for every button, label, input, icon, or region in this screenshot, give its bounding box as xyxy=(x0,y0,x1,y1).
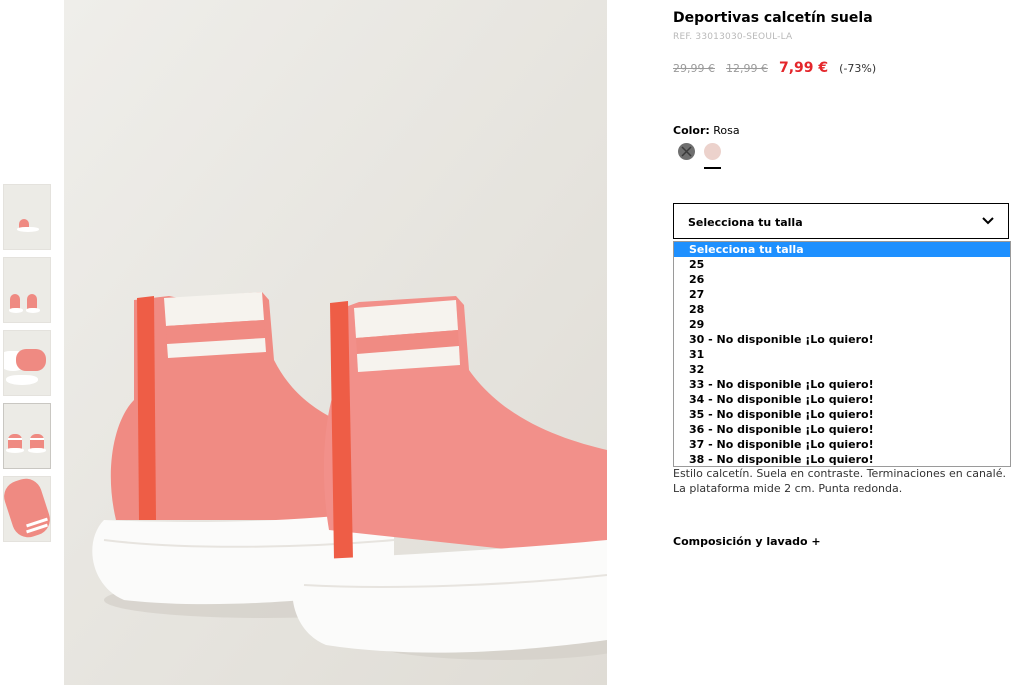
selected-swatch-indicator xyxy=(704,167,721,169)
product-reference: REF. 33013030-SEOUL-LA xyxy=(673,32,793,42)
color-swatch-grey-unavailable[interactable] xyxy=(678,143,695,160)
size-select[interactable]: Selecciona tu talla xyxy=(673,203,1009,239)
thumbnail-2[interactable] xyxy=(3,257,51,323)
size-option[interactable]: 30 - No disponible ¡Lo quiero! xyxy=(674,332,1010,347)
thumbnail-4[interactable] xyxy=(3,403,51,469)
thumbnail-5[interactable] xyxy=(3,476,51,542)
color-label-row: Color: Rosa xyxy=(673,124,740,137)
price-previous: 12,99 € xyxy=(726,62,768,75)
size-option[interactable]: 31 xyxy=(674,347,1010,362)
thumbnail-list xyxy=(3,184,51,549)
size-option[interactable]: 26 xyxy=(674,272,1010,287)
thumbnail-1[interactable] xyxy=(3,184,51,250)
size-option[interactable]: 38 - No disponible ¡Lo quiero! xyxy=(674,452,1010,467)
price-original: 29,99 € xyxy=(673,62,715,75)
price-current: 7,99 € xyxy=(779,60,829,76)
size-option[interactable]: 27 xyxy=(674,287,1010,302)
size-option[interactable]: 36 - No disponible ¡Lo quiero! xyxy=(674,422,1010,437)
size-option[interactable]: 37 - No disponible ¡Lo quiero! xyxy=(674,437,1010,452)
composition-toggle[interactable]: Composición y lavado + xyxy=(673,535,821,548)
cross-icon xyxy=(681,146,692,157)
price-row: 29,99 € 12,99 € 7,99 € (-73%) xyxy=(673,60,876,76)
size-option[interactable]: 35 - No disponible ¡Lo quiero! xyxy=(674,407,1010,422)
size-option[interactable]: 33 - No disponible ¡Lo quiero! xyxy=(674,377,1010,392)
product-title: Deportivas calcetín suela xyxy=(673,10,873,26)
size-option[interactable]: 28 xyxy=(674,302,1010,317)
color-label: Color: xyxy=(673,124,710,137)
color-swatch-pink[interactable] xyxy=(704,143,721,160)
description-line-1: Estilo calcetín. Suela en contraste. Ter… xyxy=(673,467,1006,480)
thumbnail-3[interactable] xyxy=(3,330,51,396)
chevron-down-icon xyxy=(982,217,994,225)
color-value: Rosa xyxy=(713,124,740,137)
size-option[interactable]: Selecciona tu talla xyxy=(674,242,1010,257)
product-description: Estilo calcetín. Suela en contraste. Ter… xyxy=(673,466,1013,496)
size-select-label: Selecciona tu talla xyxy=(688,216,803,229)
description-line-2: La plataforma mide 2 cm. Punta redonda. xyxy=(673,482,903,495)
size-option[interactable]: 34 - No disponible ¡Lo quiero! xyxy=(674,392,1010,407)
size-option[interactable]: 25 xyxy=(674,257,1010,272)
size-dropdown-list: Selecciona tu talla 25 26 27 28 29 30 - No dis… xyxy=(673,241,1011,467)
product-main-image xyxy=(64,0,607,685)
size-option[interactable]: 32 xyxy=(674,362,1010,377)
size-option[interactable]: 29 xyxy=(674,317,1010,332)
discount-badge: (-73%) xyxy=(839,62,877,75)
